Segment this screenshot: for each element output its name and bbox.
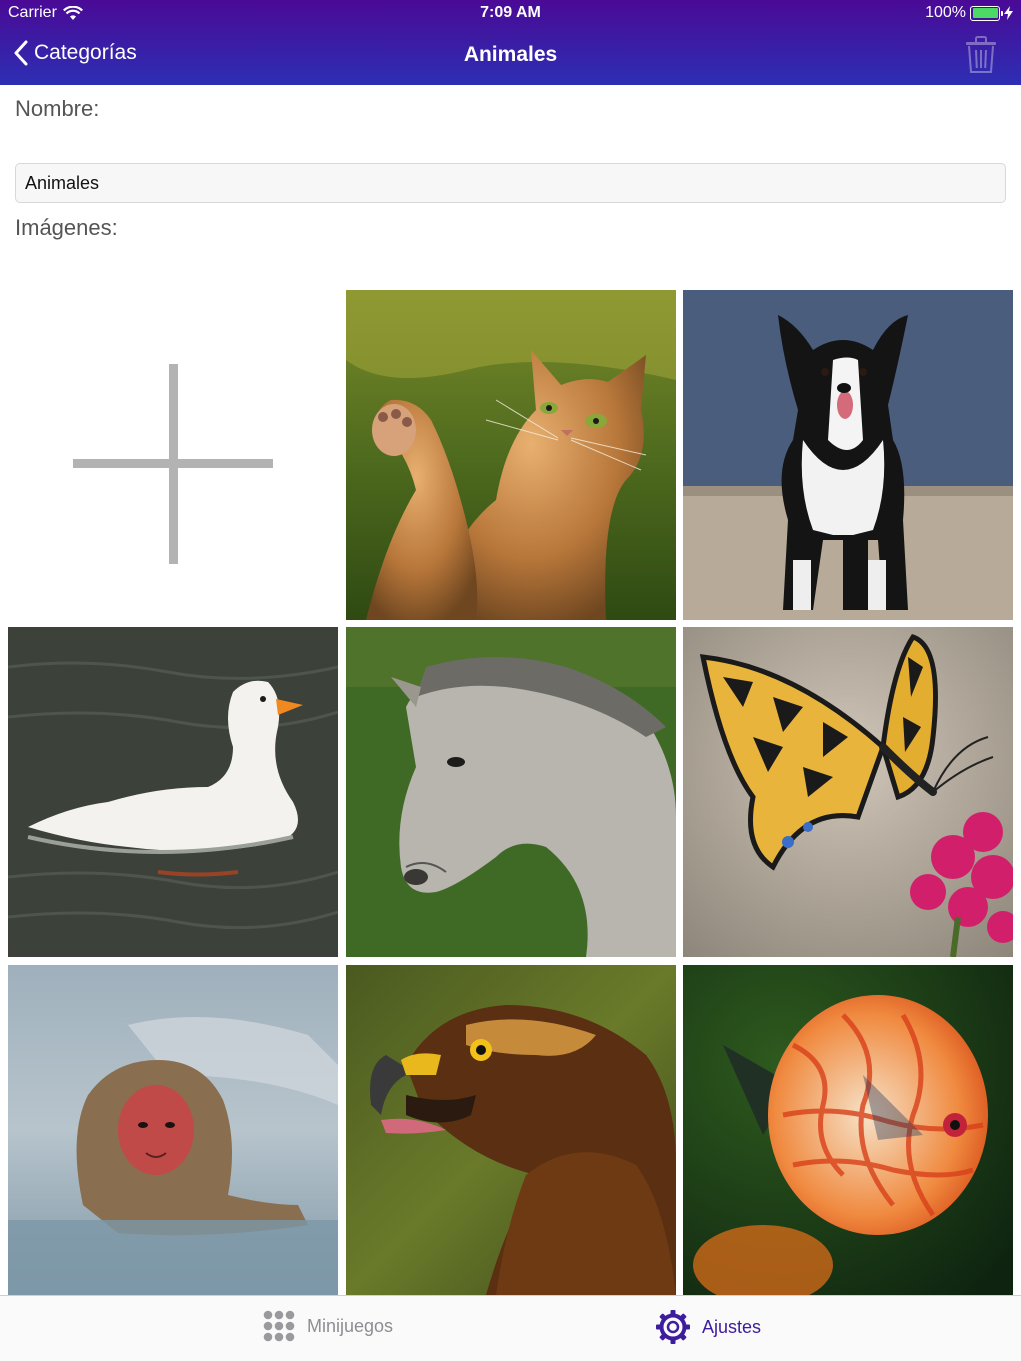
- navigation-bar: Categorías Animales: [0, 28, 1021, 85]
- image-tile-butterfly[interactable]: [683, 627, 1013, 957]
- dog-image: [683, 290, 1013, 620]
- images-label: Imágenes:: [15, 215, 118, 240]
- status-time: 7:09 AM: [480, 4, 541, 21]
- horse-image: [346, 627, 676, 957]
- name-field[interactable]: [15, 163, 1006, 203]
- cat-image: [346, 290, 676, 620]
- status-bar: Carrier 7:09 AM 100%: [0, 0, 1021, 28]
- tab-minijuegos-label: Minijuegos: [307, 1315, 394, 1336]
- eagle-image: [346, 965, 676, 1295]
- image-tile-eagle[interactable]: [346, 965, 676, 1295]
- monkey-image: [8, 965, 338, 1295]
- image-tile-horse[interactable]: [346, 627, 676, 957]
- tab-ajustes-label: Ajustes: [702, 1316, 762, 1337]
- charging-bolt-icon: [1004, 6, 1013, 20]
- image-tile-duck[interactable]: [8, 627, 338, 957]
- image-tile-fish[interactable]: [683, 965, 1013, 1295]
- grid-dots-icon: [263, 1310, 295, 1342]
- fish-image: [683, 965, 1013, 1295]
- battery-percent: 100%: [925, 4, 966, 21]
- battery-icon: [970, 5, 1003, 21]
- tab-minijuegos[interactable]: Minijuegos: [263, 1310, 393, 1342]
- image-tile-cat[interactable]: [346, 290, 676, 620]
- status-right: 100%: [925, 4, 1013, 22]
- image-grid: [0, 290, 1021, 1295]
- image-tile-monkey[interactable]: [8, 965, 338, 1295]
- image-tile-dog[interactable]: [683, 290, 1013, 620]
- add-image-icon: [73, 364, 273, 564]
- trash-icon[interactable]: [965, 36, 997, 74]
- duck-image: [8, 627, 338, 957]
- butterfly-image: [683, 627, 1013, 957]
- top-bar: Carrier 7:09 AM 100% Categorías Animales: [0, 0, 1021, 85]
- gear-icon: [656, 1310, 690, 1344]
- tab-bar: Minijuegos Ajustes: [0, 1295, 1021, 1361]
- page-title: Animales: [463, 43, 558, 66]
- tab-ajustes[interactable]: Ajustes: [656, 1310, 761, 1344]
- name-label: Nombre:: [15, 96, 100, 121]
- add-image-button[interactable]: [8, 290, 338, 620]
